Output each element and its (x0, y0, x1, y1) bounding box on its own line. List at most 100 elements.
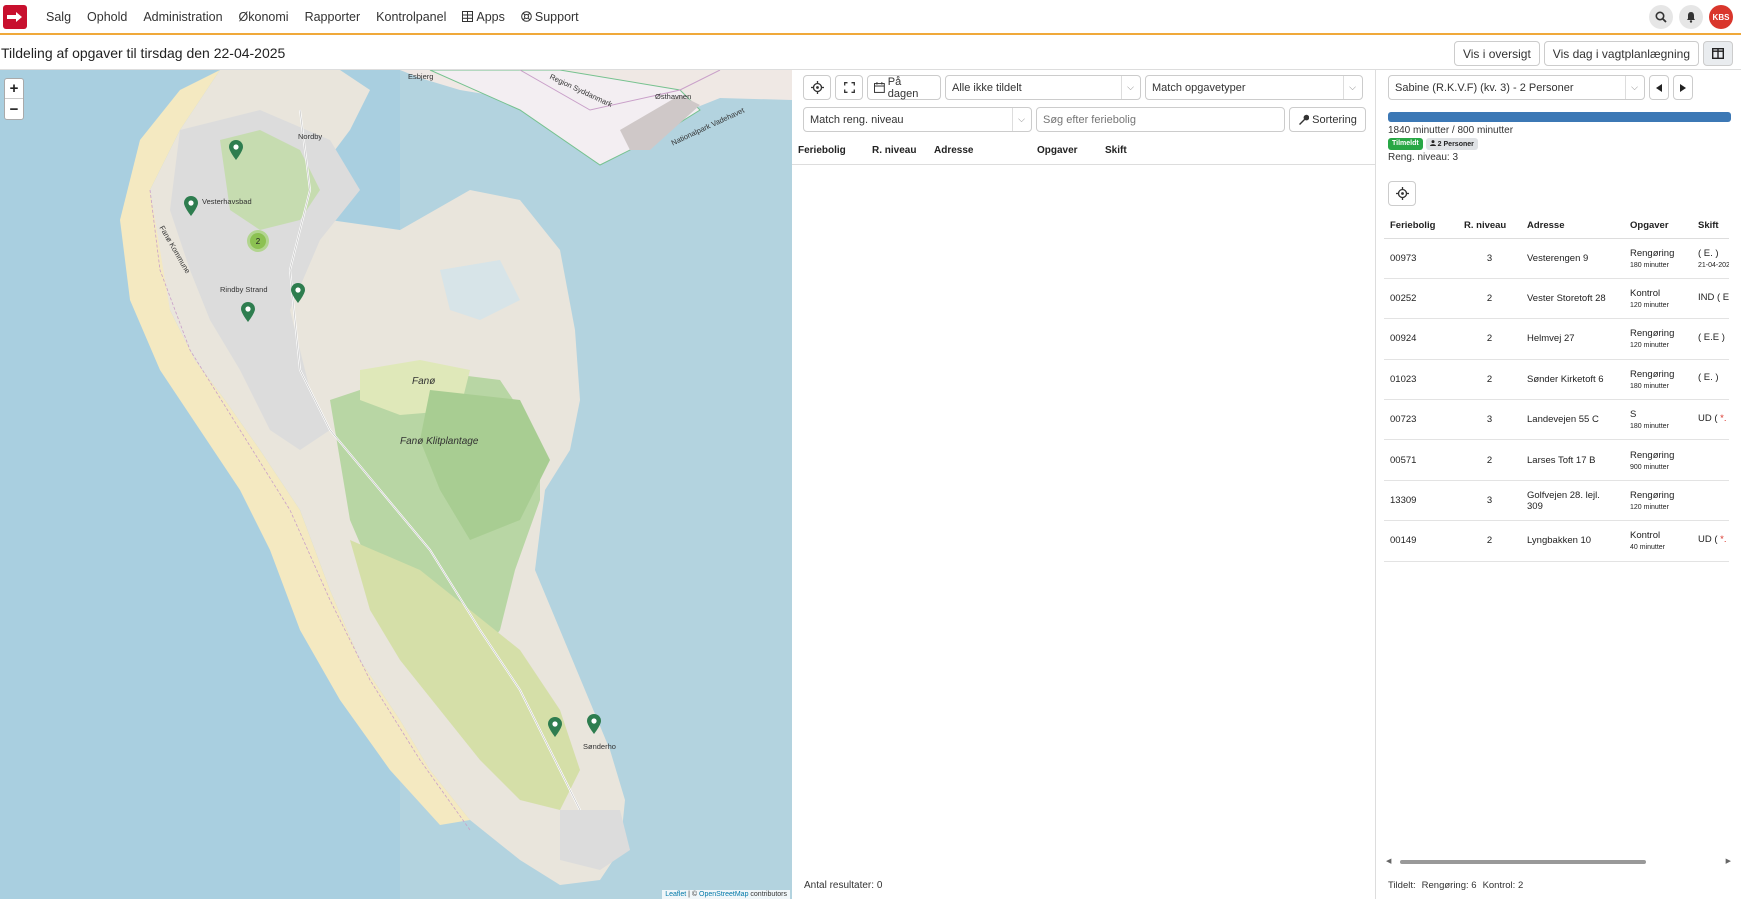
cell-level: 3 (1458, 399, 1521, 441)
cell-address: Vesterengen 9 (1521, 238, 1624, 279)
task-name: Kontrol (1630, 530, 1661, 542)
search-feriebolig-input[interactable] (1036, 107, 1285, 132)
bell-icon (1687, 12, 1695, 23)
map-marker-pin[interactable] (182, 195, 200, 217)
col-header-address[interactable]: Adresse (928, 136, 1031, 164)
task-minutes: 120 minutter (1630, 302, 1669, 310)
sort-button[interactable]: Sortering (1289, 107, 1366, 132)
person-select[interactable]: Sabine (R.K.V.F) (kv. 3) - 2 Personer ⌵ (1388, 75, 1645, 100)
map-view[interactable]: + − Esbjerg Østhavnen Region Syddanmark … (0, 70, 792, 899)
task-minutes: 900 minutter (1630, 463, 1669, 471)
map-marker-pin[interactable] (289, 282, 307, 304)
unassigned-table: Feriebolig R. niveau Adresse Opgaver Ski… (792, 136, 1376, 165)
task-minutes: 180 minutter (1630, 423, 1669, 431)
map-marker-pin[interactable] (585, 713, 603, 735)
map-label-rindby: Rindby Strand (220, 285, 268, 294)
col-header-feriebolig[interactable]: Feriebolig (1384, 213, 1458, 239)
map-label-nordby: Nordby (298, 132, 323, 141)
top-navbar: Salg Ophold Administration Økonomi Rappo… (0, 0, 1741, 35)
table-row[interactable]: 00924 2 Helmvej 27 Rengøring 120 minutter ( E… (1384, 318, 1729, 360)
cell-feriebolig: 00924 (1384, 318, 1458, 360)
zoom-in-button[interactable]: + (5, 79, 23, 99)
map-marker-pin[interactable] (227, 139, 245, 161)
cell-address: Vester Storetoft 28 (1521, 278, 1624, 320)
table-row[interactable]: 00252 2 Vester Storetoft 28 Kontrol 120 minu… (1384, 278, 1729, 320)
cell-shift: ( E. ) 21-04-202 (1692, 238, 1729, 279)
chevron-down-icon: ⌵ (1012, 108, 1025, 131)
task-type-filter-select[interactable]: Match opgavetyper ⌵ (1145, 75, 1363, 100)
assigned-panel: Sabine (R.K.V.F) (kv. 3) - 2 Personer ⌵ … (1384, 70, 1741, 899)
wrench-icon (1299, 114, 1310, 125)
cell-shift: UD ( *. ) (1692, 520, 1729, 562)
zoom-out-button[interactable]: − (5, 99, 23, 119)
layout-toggle-button[interactable] (1703, 41, 1733, 66)
scroll-left-icon[interactable]: ◀ (1386, 857, 1391, 865)
brand-logo[interactable] (3, 4, 27, 29)
view-day-plan-button[interactable]: Vis dag i vagtplanlægning (1543, 41, 1699, 66)
col-header-level[interactable]: R. niveau (1458, 213, 1521, 239)
col-header-tasks[interactable]: Opgaver (1031, 136, 1099, 164)
cell-shift: IND ( E.* (1692, 278, 1729, 320)
table-row[interactable]: 13309 3 Golfvejen 28. lejl. 309 Rengøring 12… (1384, 480, 1729, 522)
scroll-right-icon[interactable]: ▶ (1726, 857, 1731, 865)
on-the-day-button[interactable]: På dagen (867, 75, 941, 100)
cell-task: Rengøring 120 minutter (1624, 318, 1692, 360)
cell-shift: UD ( *. ) (1692, 399, 1729, 441)
col-header-address[interactable]: Adresse (1521, 213, 1624, 239)
map-marker-cluster[interactable]: 2 (247, 230, 269, 252)
cell-feriebolig: 00973 (1384, 238, 1458, 279)
user-avatar[interactable]: KBS (1709, 5, 1733, 29)
map-marker-pin[interactable] (239, 301, 257, 323)
horizontal-scrollbar[interactable]: ◀ ▶ (1386, 858, 1731, 866)
next-person-button[interactable] (1673, 75, 1693, 100)
shift-code: ( E. ) (1698, 372, 1719, 384)
search-button[interactable] (1649, 5, 1673, 29)
scroll-thumb[interactable] (1400, 860, 1646, 864)
cell-feriebolig: 13309 (1384, 480, 1458, 522)
assignment-filter-select[interactable]: Alle ikke tildelt ⌵ (945, 75, 1141, 100)
locate-button[interactable] (803, 75, 831, 100)
cell-feriebolig: 00252 (1384, 278, 1458, 320)
cell-feriebolig: 00571 (1384, 439, 1458, 481)
nav-item-kontrolpanel[interactable]: Kontrolpanel (368, 10, 454, 24)
table-row[interactable]: 00571 2 Larses Toft 17 B Rengøring 900 minut… (1384, 439, 1729, 481)
col-header-shift[interactable]: Skift (1692, 213, 1729, 239)
col-header-level[interactable]: R. niveau (866, 136, 928, 164)
locate-assigned-button[interactable] (1388, 181, 1416, 206)
status-badge: Tilmeldt (1388, 138, 1423, 150)
table-row[interactable]: 00973 3 Vesterengen 9 Rengøring 180 minutter… (1384, 238, 1729, 279)
nav-item-ophold[interactable]: Ophold (79, 10, 135, 24)
workload-progress-fill (1388, 112, 1731, 122)
cell-level: 2 (1458, 278, 1521, 320)
nav-item-administration[interactable]: Administration (135, 10, 230, 24)
table-row[interactable]: 00149 2 Lyngbakken 10 Kontrol 40 minutter UD … (1384, 520, 1729, 562)
shift-code: ( E.E ) (1698, 331, 1725, 343)
previous-person-button[interactable] (1649, 75, 1669, 100)
nav-item-support[interactable]: Support (513, 10, 587, 24)
page-header: Tildeling af opgaver til tirsdag den 22-… (0, 37, 1741, 70)
nav-item-okonomi[interactable]: Økonomi (231, 10, 297, 24)
table-row[interactable]: 01023 2 Sønder Kirketoft 6 Rengøring 180 min… (1384, 359, 1729, 401)
cleaning-level-filter-select[interactable]: Match reng. niveau ⌵ (803, 107, 1032, 132)
table-row[interactable]: 00723 3 Landevejen 55 C S 180 minutter UD ( *… (1384, 399, 1729, 441)
map-label-esbjerg: Esbjerg (408, 72, 434, 81)
view-overview-button[interactable]: Vis i oversigt (1453, 41, 1540, 66)
shift-code: ( E. ) (1698, 247, 1719, 259)
col-header-shift[interactable]: Skift (1099, 136, 1159, 164)
nav-item-apps[interactable]: Apps (454, 10, 513, 24)
task-name: Kontrol (1630, 288, 1661, 300)
notifications-button[interactable] (1679, 5, 1703, 29)
col-header-feriebolig[interactable]: Feriebolig (792, 136, 866, 164)
osm-link[interactable]: OpenStreetMap (699, 891, 748, 898)
unassigned-panel: På dagen Alle ikke tildelt ⌵ Match opgav… (792, 70, 1376, 899)
nav-item-salg[interactable]: Salg (38, 10, 79, 24)
col-header-tasks[interactable]: Opgaver (1624, 213, 1692, 239)
chevron-down-icon: ⌵ (1121, 76, 1134, 99)
map-label-vesterhavsbad: Vesterhavsbad (202, 197, 252, 206)
fullscreen-button[interactable] (835, 75, 863, 100)
leaflet-link[interactable]: Leaflet (665, 891, 686, 898)
chevron-down-icon: ⌵ (1625, 76, 1638, 99)
logo-arrow-icon (7, 11, 22, 22)
map-marker-pin[interactable] (546, 716, 564, 738)
nav-item-rapporter[interactable]: Rapporter (297, 10, 369, 24)
